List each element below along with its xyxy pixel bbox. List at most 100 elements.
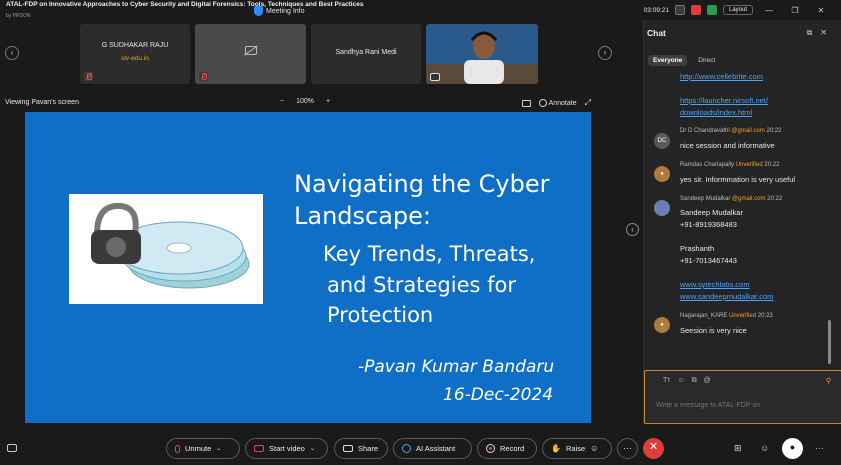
maximize-icon[interactable]: ❐: [785, 6, 805, 15]
meeting-timer: 03:09:21: [643, 6, 669, 14]
user-avatar-icon: ●: [654, 166, 670, 182]
sender-name: Ramdas Charlapally: [680, 162, 735, 168]
unverified-badge: Unverified: [729, 313, 757, 319]
close-icon[interactable]: ✕: [811, 6, 831, 15]
mic-muted-icon: [175, 444, 180, 453]
share-button[interactable]: Share: [334, 438, 388, 459]
sender-email: @gmail.com: [731, 128, 765, 134]
chat-message-header: Dr D Chandravathi @gmail.com 20:22: [680, 128, 781, 134]
zoom-out-button[interactable]: −: [280, 98, 284, 105]
slide-author: -Pavan Kumar Bandaru: [358, 357, 555, 377]
apps-icon[interactable]: ⊞: [734, 443, 742, 454]
chat-message-input[interactable]: [656, 402, 806, 409]
shield-icon: [254, 6, 263, 16]
screenshot-icon[interactable]: ⧉: [692, 377, 697, 385]
captions-icon[interactable]: [7, 444, 17, 452]
chat-link[interactable]: downloads/index.html: [680, 108, 752, 117]
view-options-icon[interactable]: [522, 99, 531, 107]
message-time: 20:22: [767, 196, 783, 202]
participants-icon[interactable]: ☺: [760, 443, 769, 453]
shared-screen-slide: Navigating the Cyber Landscape: Key Tren…: [25, 112, 591, 423]
chat-toggle-icon[interactable]: ●: [782, 438, 803, 459]
chat-link[interactable]: http://www.cellebrite.com: [680, 72, 763, 81]
emoji-icon[interactable]: ☺: [677, 377, 684, 385]
chat-message-text: nice session and informative: [680, 141, 775, 150]
participant-video: [426, 24, 538, 84]
slide-title-line2: Landscape:: [294, 202, 432, 230]
gallery-next-arrow-icon[interactable]: ›: [598, 46, 612, 60]
format-text-icon[interactable]: Tт: [663, 377, 670, 385]
annotate-label: Annotate: [548, 99, 577, 107]
meeting-subtitle: by PRSON: [6, 13, 31, 19]
camera-off-icon: [254, 445, 264, 452]
meeting-info-label: Meeting Info: [266, 7, 305, 15]
camera-off-icon: [244, 46, 257, 55]
chat-message-text: +91-7013467443: [680, 256, 737, 265]
chat-header-icons: ⧉ ✕: [807, 28, 827, 38]
layout-button[interactable]: Layout: [722, 5, 753, 15]
meeting-info-button[interactable]: Meeting Info: [254, 6, 305, 16]
chat-link[interactable]: www.sytechlabs.com: [680, 280, 750, 289]
tab-direct[interactable]: Direct: [693, 55, 720, 66]
chat-message-text: yes sir. Informmation is very useful: [680, 175, 796, 184]
chat-message-text: +91-8919368483: [680, 220, 737, 229]
sender-name: Sandeep Mudalkar: [680, 196, 731, 202]
annotate-icon: [539, 99, 547, 107]
user-avatar-icon: ●: [654, 317, 670, 333]
more-options-button[interactable]: ···: [617, 438, 638, 459]
share-screen-icon: [430, 73, 440, 81]
start-video-button[interactable]: Start video ⌄: [245, 438, 328, 459]
slide-subtitle-line3: Protection: [327, 303, 434, 327]
mention-icon[interactable]: @: [704, 377, 711, 385]
chevron-down-icon[interactable]: ⌄: [310, 445, 315, 452]
message-time: 20:22: [764, 162, 780, 168]
participant-tile[interactable]: [195, 24, 306, 84]
sender-name: Nagarajan_KARE: [680, 313, 728, 319]
pop-out-icon[interactable]: ⧉: [807, 28, 813, 38]
meeting-toolbar: Unmute ⌄ Start video ⌄ Share AI Assistan…: [0, 432, 841, 465]
reactions-icon[interactable]: ☺: [590, 444, 598, 453]
ai-assistant-button[interactable]: AI Assistant: [393, 438, 472, 459]
cd-lock-illustration: [91, 202, 250, 289]
chat-scrollbar[interactable]: [828, 320, 831, 364]
mic-off-icon: [199, 72, 208, 81]
participant-video-tile[interactable]: [426, 24, 538, 84]
zoom-level: 100%: [296, 98, 314, 105]
chevron-down-icon[interactable]: ⌄: [216, 445, 221, 452]
minimize-icon[interactable]: —: [759, 6, 779, 15]
avatar: [654, 200, 670, 216]
title-bar: ATAL-FDP on Innovative Approaches to Cyb…: [0, 0, 841, 20]
attach-file-icon[interactable]: ⚲: [826, 377, 831, 385]
chat-message-text: Seesion is very nice: [680, 326, 747, 335]
close-chat-icon[interactable]: ✕: [820, 28, 827, 38]
annotate-button[interactable]: Annotate: [539, 99, 577, 107]
compose-tools: Tт ☺ ⧉ @: [663, 377, 711, 385]
start-video-label: Start video: [269, 444, 305, 453]
participant-tile[interactable]: Sandhya Rani Medi: [311, 24, 421, 84]
meeting-title: ATAL-FDP on Innovative Approaches to Cyb…: [6, 1, 364, 8]
chat-panel: Chat ⧉ ✕ Everyone Direct http://www.cell…: [643, 20, 841, 424]
view-icon[interactable]: [674, 5, 685, 15]
gallery-prev-arrow-icon[interactable]: ‹: [5, 46, 19, 60]
slide-image-cd-lock: [69, 194, 263, 304]
chat-message-header: Nagarajan_KARE Unverified 20:23: [680, 313, 773, 319]
zoom-in-button[interactable]: +: [326, 98, 330, 105]
participant-tile[interactable]: G SUDHAKAR RAJU slv-edu.in: [80, 24, 190, 84]
shield-check-icon[interactable]: [706, 5, 717, 15]
sender-email: @gmail.com: [732, 196, 766, 202]
chat-link[interactable]: https://launcher.nirsoft.net/: [680, 96, 768, 105]
unmute-button[interactable]: Unmute ⌄: [166, 438, 240, 459]
viewing-label: Viewing Pavan's screen: [5, 99, 79, 106]
record-button[interactable]: Record: [477, 438, 537, 459]
chat-tabs: Everyone Direct: [648, 55, 720, 66]
raise-hand-button[interactable]: ✋ Raise ☺: [542, 438, 612, 459]
collapse-panel-arrow-icon[interactable]: ‹: [626, 223, 639, 236]
chat-link[interactable]: www.sandeepmudalkar.com: [680, 292, 773, 301]
leave-meeting-button[interactable]: ✕: [643, 438, 664, 459]
chat-message-header: Sandeep Mudalkar @gmail.com 20:22: [680, 196, 782, 202]
share-label: Share: [358, 444, 379, 453]
tab-everyone[interactable]: Everyone: [648, 55, 688, 66]
fullscreen-icon[interactable]: ⤢: [585, 98, 591, 108]
more-menu-icon[interactable]: ···: [815, 443, 824, 453]
avatar: DC: [654, 133, 670, 149]
